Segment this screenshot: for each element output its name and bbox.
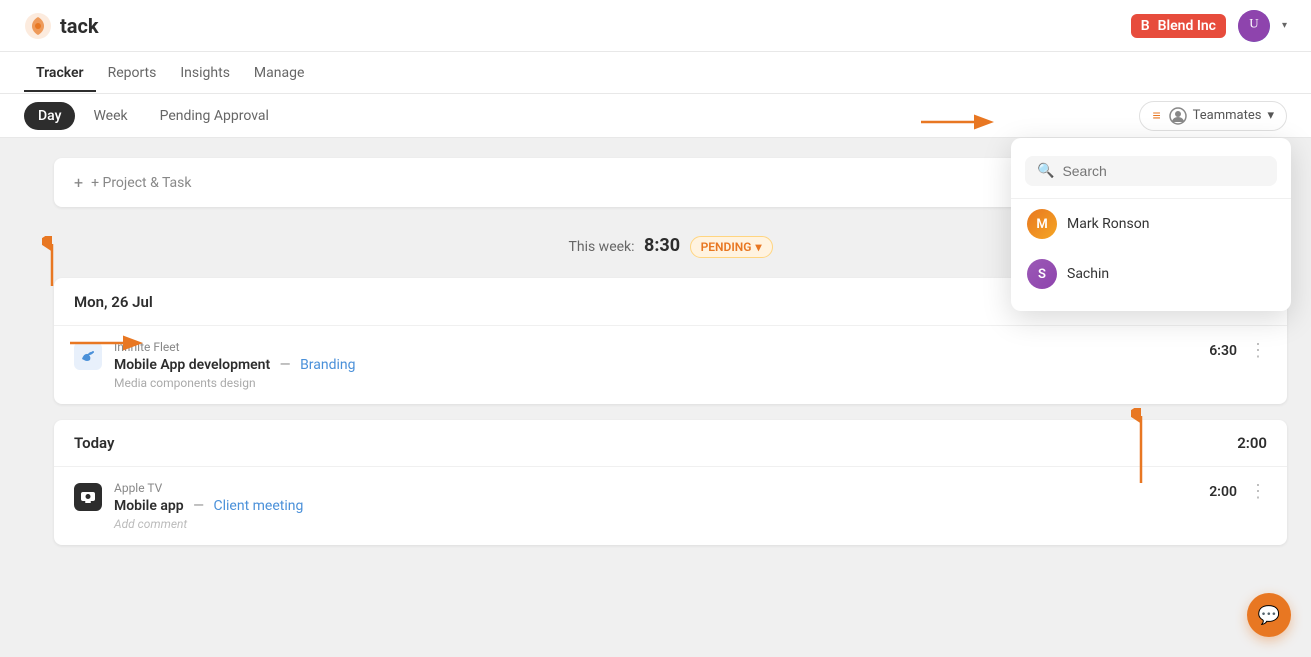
sub-nav-left: Day Week Pending Approval	[24, 102, 283, 130]
task-tag-2: Client meeting	[214, 498, 304, 514]
table-row: Apple TV Mobile app — Client meeting Add…	[54, 467, 1287, 545]
task-name-2: Mobile app — Client meeting	[114, 498, 1197, 514]
arrow-to-teammates	[921, 112, 1001, 132]
task-more-1[interactable]: ⋮	[1249, 340, 1267, 361]
header-left: tack	[24, 12, 99, 40]
week-time: 8:30	[644, 235, 680, 256]
arrow-to-dropdown	[1131, 408, 1151, 488]
logo-icon	[24, 12, 52, 40]
task-sub-2[interactable]: Add comment	[114, 517, 1197, 531]
user-avatar[interactable]	[1238, 10, 1270, 42]
task-project-2: Apple TV	[114, 481, 1197, 495]
task-content-2: Apple TV Mobile app — Client meeting Add…	[114, 481, 1197, 531]
sub-nav: Day Week Pending Approval ≡ Teammates ▾	[0, 94, 1311, 138]
task-name-1: Mobile App development — Branding	[114, 357, 1197, 373]
task-more-2[interactable]: ⋮	[1249, 481, 1267, 502]
plus-icon: +	[74, 173, 83, 192]
filter-icon: ≡	[1152, 107, 1160, 124]
nav-item-manage[interactable]: Manage	[242, 55, 316, 91]
sub-nav-pending[interactable]: Pending Approval	[146, 102, 283, 130]
pending-badge[interactable]: PENDING ▾	[690, 236, 773, 258]
company-badge[interactable]: B Blend Inc	[1131, 14, 1226, 38]
day-label-mon: Mon, 26 Jul	[74, 293, 153, 311]
company-name: Blend Inc	[1158, 18, 1216, 34]
add-task-button[interactable]: + + Project & Task	[74, 173, 192, 192]
user-chevron-icon[interactable]: ▾	[1282, 20, 1287, 31]
teammates-button[interactable]: ≡ Teammates ▾	[1139, 101, 1287, 131]
project-icon-appletv	[74, 483, 102, 511]
user-icon-mark: M	[1027, 209, 1057, 239]
separator-icon-1: —	[280, 357, 294, 373]
user-circle-icon	[1169, 107, 1187, 125]
separator-icon-2: —	[193, 498, 207, 514]
pending-label: PENDING	[701, 240, 752, 254]
user-icon-sachin: S	[1027, 259, 1057, 289]
pending-chevron-icon: ▾	[755, 240, 761, 254]
task-content-1: Infinite Fleet Mobile App development — …	[114, 340, 1197, 390]
task-time-2: 2:00	[1209, 484, 1237, 500]
chat-button[interactable]: 💬	[1247, 593, 1291, 637]
dropdown-search: 🔍	[1011, 150, 1291, 199]
chat-icon: 💬	[1258, 605, 1280, 626]
nav-item-reports[interactable]: Reports	[96, 55, 169, 91]
dropdown-username-sachin: Sachin	[1067, 266, 1109, 282]
task-project-1: Infinite Fleet	[114, 340, 1197, 354]
day-label-today: Today	[74, 434, 114, 452]
teammates-dropdown: 🔍 M Mark Ronson S Sachin	[1011, 138, 1291, 311]
nav-item-insights[interactable]: Insights	[168, 55, 242, 91]
day-total-today: 2:00	[1237, 434, 1267, 452]
header-right: B Blend Inc ▾	[1131, 10, 1287, 42]
nav-item-tracker[interactable]: Tracker	[24, 55, 96, 91]
day-section-today: Today 2:00 Apple TV Mobile app — Client …	[54, 420, 1287, 545]
task-tag-1: Branding	[300, 357, 355, 373]
table-row: Infinite Fleet Mobile App development — …	[54, 326, 1287, 404]
logo-text: tack	[60, 14, 99, 38]
sub-nav-right: ≡ Teammates ▾	[1139, 101, 1287, 131]
task-main-name-2: Mobile app	[114, 498, 184, 514]
search-icon: 🔍	[1037, 163, 1054, 179]
task-main-name-1: Mobile App development	[114, 357, 270, 373]
search-input[interactable]	[1062, 163, 1265, 179]
sub-nav-week[interactable]: Week	[79, 102, 141, 130]
add-task-label: + Project & Task	[91, 175, 191, 191]
task-sub-1: Media components design	[114, 376, 1197, 390]
tv-icon	[79, 488, 97, 506]
search-input-wrap[interactable]: 🔍	[1025, 156, 1277, 186]
day-header-today: Today 2:00	[54, 420, 1287, 467]
arrow-to-add-task	[70, 333, 150, 353]
dropdown-item-sachin[interactable]: S Sachin	[1011, 249, 1291, 299]
main-nav: Tracker Reports Insights Manage	[0, 52, 1311, 94]
teammates-chevron-icon: ▾	[1267, 108, 1274, 123]
dropdown-username-mark: Mark Ronson	[1067, 216, 1149, 232]
logo[interactable]: tack	[24, 12, 99, 40]
task-right-2: 2:00 ⋮	[1209, 481, 1267, 502]
task-time-1: 6:30	[1209, 343, 1237, 359]
header: tack B Blend Inc ▾	[0, 0, 1311, 52]
company-initial: B	[1141, 18, 1150, 34]
user-avatar-img	[1238, 10, 1270, 42]
task-right-1: 6:30 ⋮	[1209, 340, 1267, 361]
dropdown-item-mark[interactable]: M Mark Ronson	[1011, 199, 1291, 249]
sub-nav-day[interactable]: Day	[24, 102, 75, 130]
week-label: This week:	[569, 239, 635, 255]
teammates-label: Teammates	[1193, 108, 1262, 123]
arrow-to-day	[42, 236, 62, 291]
